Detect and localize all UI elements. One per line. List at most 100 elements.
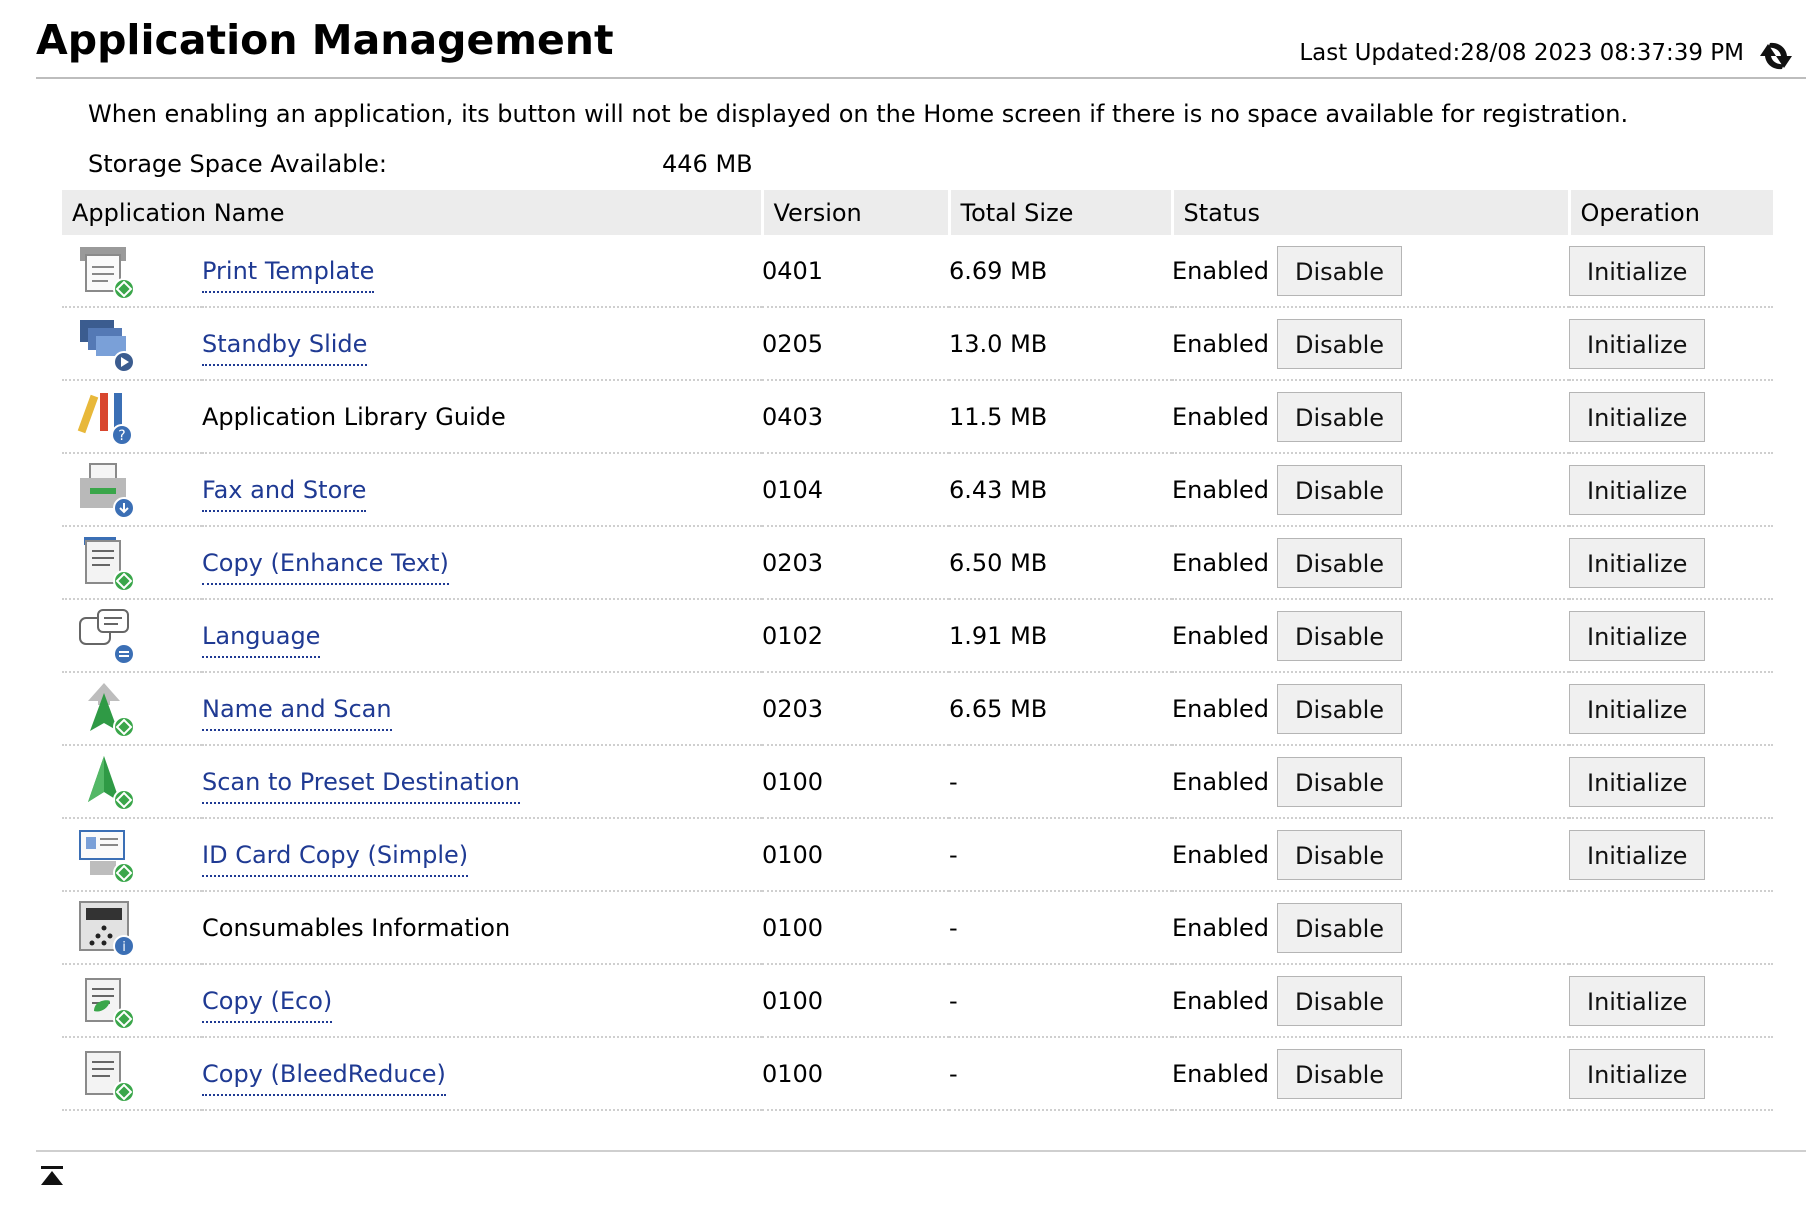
initialize-button[interactable]: Initialize bbox=[1569, 537, 1706, 588]
app-operation-cell: Initialize bbox=[1569, 599, 1773, 673]
app-total-size: - bbox=[949, 891, 1172, 965]
app-version: 0104 bbox=[762, 453, 949, 527]
initialize-button[interactable]: Initialize bbox=[1569, 975, 1706, 1026]
disable-button[interactable]: Disable bbox=[1276, 829, 1403, 880]
disable-button[interactable]: Disable bbox=[1276, 975, 1403, 1026]
initialize-button[interactable]: Initialize bbox=[1569, 683, 1706, 734]
initialize-button[interactable]: Initialize bbox=[1569, 1048, 1706, 1099]
app-total-size: 1.91 MB bbox=[949, 599, 1172, 673]
app-name-cell: Copy (Eco) bbox=[202, 964, 762, 1038]
column-header-version: Version bbox=[762, 190, 951, 235]
app-operation-cell: Initialize bbox=[1569, 745, 1773, 819]
app-total-size: 6.65 MB bbox=[949, 672, 1172, 746]
status-text: Enabled bbox=[1172, 840, 1269, 869]
table-row: i Consumables Information 0100- Enabled Disa… bbox=[62, 891, 1773, 965]
status-text: Enabled bbox=[1172, 329, 1269, 358]
disable-button[interactable]: Disable bbox=[1276, 1048, 1403, 1099]
status-text: Enabled bbox=[1172, 621, 1269, 650]
app-name-link[interactable]: Name and Scan bbox=[202, 694, 392, 731]
last-updated: Last Updated: 28/08 2023 08:37:39 PM bbox=[1299, 40, 1744, 66]
language-icon bbox=[79, 608, 135, 665]
disable-button[interactable]: Disable bbox=[1276, 245, 1403, 296]
app-name-link[interactable]: Language bbox=[202, 621, 321, 658]
name-scan-icon bbox=[88, 682, 135, 738]
disable-button[interactable]: Disable bbox=[1276, 318, 1403, 369]
initialize-button[interactable]: Initialize bbox=[1569, 391, 1706, 442]
app-name-cell: Name and Scan bbox=[202, 672, 762, 746]
app-version: 0100 bbox=[762, 818, 949, 892]
app-name-link[interactable]: Print Template bbox=[202, 256, 375, 293]
refresh-icon[interactable] bbox=[1754, 36, 1798, 76]
disable-button[interactable]: Disable bbox=[1276, 537, 1403, 588]
app-total-size: 6.69 MB bbox=[949, 235, 1172, 308]
status-text: Enabled bbox=[1172, 767, 1269, 796]
app-version: 0100 bbox=[762, 1037, 949, 1111]
copy-bleed-icon bbox=[85, 1050, 135, 1103]
status-text: Enabled bbox=[1172, 548, 1269, 577]
table-row: ? Application Library Guide 0403 11.5 MB Ena… bbox=[62, 380, 1773, 454]
app-status-cell: Enabled Disable bbox=[1172, 307, 1569, 381]
initialize-button[interactable]: Initialize bbox=[1569, 610, 1706, 661]
storage-value: 446 MB bbox=[662, 150, 753, 178]
app-total-size: 13.0 MB bbox=[949, 307, 1172, 381]
app-version: 0205 bbox=[762, 307, 949, 381]
app-name-link[interactable]: Copy (BleedReduce) bbox=[202, 1059, 446, 1096]
app-total-size: 6.43 MB bbox=[949, 453, 1172, 527]
initialize-button[interactable]: Initialize bbox=[1569, 318, 1706, 369]
app-icon-cell bbox=[62, 964, 202, 1038]
app-icon-cell: ? bbox=[62, 380, 202, 454]
app-status-cell: Enabled Disable bbox=[1172, 526, 1569, 600]
scan-preset-icon bbox=[88, 755, 135, 811]
table-row: Standby Slide 0205 13.0 MB Enabled Disable In… bbox=[62, 307, 1773, 381]
app-status-cell: Enabled Disable bbox=[1172, 672, 1569, 746]
app-name-link[interactable]: Standby Slide bbox=[202, 329, 368, 366]
app-operation-cell: Initialize bbox=[1569, 307, 1773, 381]
consumables-info-icon: i bbox=[79, 900, 135, 957]
status-text: Enabled bbox=[1172, 402, 1269, 431]
last-updated-label: Last Updated: bbox=[1299, 40, 1461, 66]
disable-button[interactable]: Disable bbox=[1276, 464, 1403, 515]
app-status-cell: Enabled Disable bbox=[1172, 453, 1569, 527]
table-row: Language 0102 1.91 MB Enabled Disable Initial… bbox=[62, 599, 1773, 673]
status-text: Enabled bbox=[1172, 1059, 1269, 1088]
app-name-link[interactable]: Copy (Enhance Text) bbox=[202, 548, 449, 585]
table-row: Name and Scan 0203 6.65 MB Enabled Disable In… bbox=[62, 672, 1773, 746]
app-name-link[interactable]: Scan to Preset Destination bbox=[202, 767, 520, 804]
svg-text:i: i bbox=[122, 940, 126, 955]
app-name-link[interactable]: Fax and Store bbox=[202, 475, 367, 512]
initialize-button[interactable]: Initialize bbox=[1569, 756, 1706, 807]
header-divider bbox=[36, 77, 1806, 79]
app-icon-cell bbox=[62, 453, 202, 527]
disable-button[interactable]: Disable bbox=[1276, 610, 1403, 661]
status-text: Enabled bbox=[1172, 475, 1269, 504]
column-header-status: Status bbox=[1172, 190, 1571, 235]
disable-button[interactable]: Disable bbox=[1276, 391, 1403, 442]
table-row: Copy (Enhance Text) 0203 6.50 MB Enabled Dis… bbox=[62, 526, 1773, 600]
standby-slide-icon bbox=[80, 319, 135, 373]
app-icon-cell bbox=[62, 1037, 202, 1111]
scroll-to-top-icon[interactable] bbox=[40, 1164, 64, 1188]
disable-button[interactable]: Disable bbox=[1276, 683, 1403, 734]
table-row: Copy (Eco) 0100- Enabled Disable Initialize bbox=[62, 964, 1773, 1038]
table-row: Print Template 0401 6.69 MB Enabled Disable I… bbox=[62, 235, 1773, 308]
app-total-size: - bbox=[949, 818, 1172, 892]
column-header-operation: Operation bbox=[1569, 190, 1773, 235]
app-name-link[interactable]: Copy (Eco) bbox=[202, 986, 333, 1023]
svg-text:?: ? bbox=[118, 428, 125, 444]
app-name-link[interactable]: ID Card Copy (Simple) bbox=[202, 840, 469, 877]
disable-button[interactable]: Disable bbox=[1276, 756, 1403, 807]
app-name-cell: Application Library Guide bbox=[202, 380, 762, 454]
app-status-cell: Enabled Disable bbox=[1172, 818, 1569, 892]
initialize-button[interactable]: Initialize bbox=[1569, 245, 1706, 296]
initialize-button[interactable]: Initialize bbox=[1569, 829, 1706, 880]
table-row: Scan to Preset Destination 0100- Enabled Di… bbox=[62, 745, 1773, 819]
disable-button[interactable]: Disable bbox=[1276, 902, 1403, 953]
status-text: Enabled bbox=[1172, 694, 1269, 723]
table-header-row: Application Name Version Total Size Stat… bbox=[62, 190, 1773, 235]
initialize-button[interactable]: Initialize bbox=[1569, 464, 1706, 515]
app-total-size: 6.50 MB bbox=[949, 526, 1172, 600]
app-operation-cell: Initialize bbox=[1569, 453, 1773, 527]
app-status-cell: Enabled Disable bbox=[1172, 235, 1569, 308]
app-version: 0401 bbox=[762, 235, 949, 308]
app-total-size: - bbox=[949, 964, 1172, 1038]
